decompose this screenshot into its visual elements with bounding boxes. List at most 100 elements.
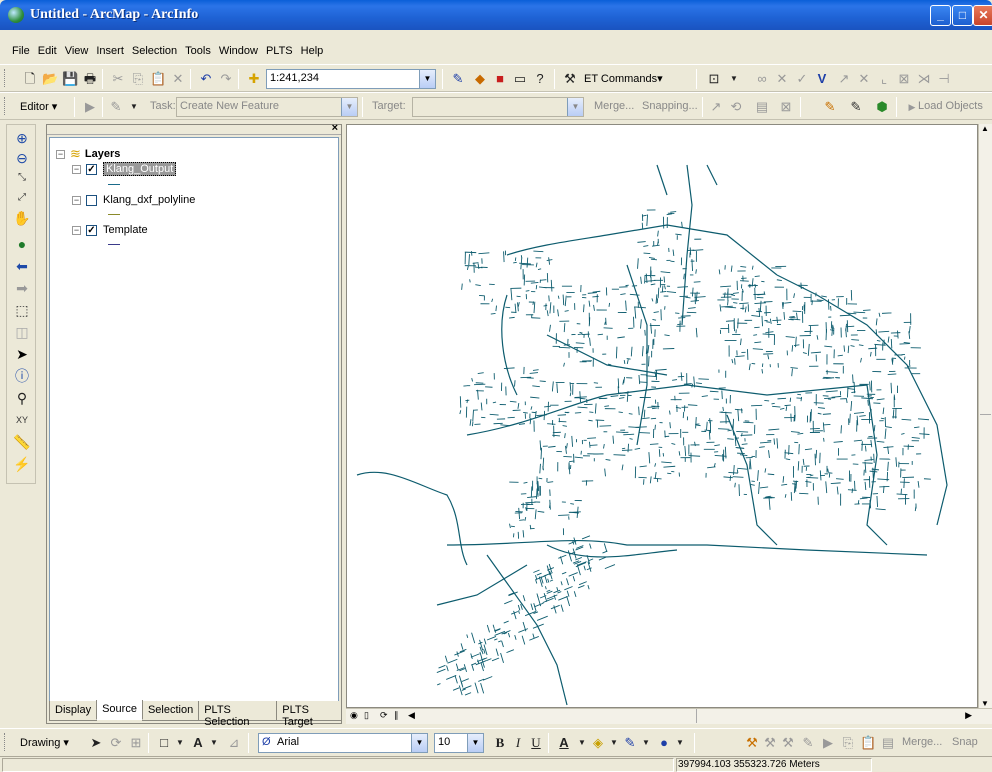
print-icon[interactable]: 🖶 — [82, 71, 98, 87]
text-icon[interactable]: A — [190, 735, 206, 751]
layer-name[interactable]: Klang_Output — [103, 162, 177, 176]
data-view-icon[interactable]: ◉ — [350, 710, 358, 721]
layer-node-klang-dxf-polyline[interactable]: − Klang_dxf_polyline — [72, 194, 195, 206]
chevron-down-icon[interactable]: ▼ — [341, 98, 357, 116]
font-color-icon[interactable]: A — [556, 735, 572, 751]
road-network-map[interactable] — [347, 125, 978, 708]
layer-symbol[interactable] — [108, 184, 120, 185]
trim-icon[interactable]: ⊣ — [936, 71, 952, 87]
et-commands-menu[interactable]: ET Commands▾ — [584, 72, 663, 85]
chevron-down-icon[interactable]: ▼ — [567, 98, 583, 116]
chevron-down-icon[interactable]: ▼ — [172, 735, 188, 751]
map-display[interactable] — [346, 124, 978, 708]
cut-icon[interactable]: ✂ — [110, 71, 126, 87]
chevron-down-icon[interactable]: ▼ — [606, 735, 622, 751]
drawing-menu[interactable]: Drawing ▾ — [20, 736, 69, 749]
target-combo[interactable]: ▼ — [412, 97, 584, 117]
corner-icon[interactable]: ⌞ — [876, 71, 892, 87]
attributes-icon[interactable]: ▤ — [754, 99, 770, 115]
arccatalog-icon[interactable]: ◆ — [472, 71, 488, 87]
fixed-zoom-in-icon[interactable]: ⤡ — [13, 169, 31, 187]
midpoint-icon[interactable]: ✓ — [794, 71, 810, 87]
chevron-down-icon[interactable]: ▼ — [672, 735, 688, 751]
layers-root-node[interactable]: − ≋ Layers — [56, 146, 120, 162]
go-to-xy-icon[interactable]: XY — [13, 411, 31, 429]
delete-icon[interactable]: ✕ — [170, 71, 186, 87]
snapping-button[interactable]: Snapping... — [642, 100, 698, 112]
menu-window[interactable]: Window — [215, 42, 262, 62]
bold-icon[interactable]: B — [492, 735, 508, 751]
editor-toolbar-icon[interactable]: ✎ — [450, 71, 466, 87]
layer-visibility-checkbox[interactable] — [86, 194, 97, 206]
chevron-down-icon[interactable]: ▼ — [726, 71, 742, 87]
menu-plts[interactable]: PLTS — [262, 42, 297, 62]
open-folder-icon[interactable]: 📂 — [42, 71, 58, 87]
scroll-right-icon[interactable]: ▶ — [965, 710, 972, 721]
merge-button[interactable]: Merge... — [902, 736, 942, 748]
chevron-down-icon[interactable]: ▼ — [638, 735, 654, 751]
redo-icon[interactable]: ↷ — [218, 71, 234, 87]
pause-icon[interactable]: ∥ — [394, 710, 399, 721]
layer-name[interactable]: Klang_dxf_polyline — [103, 194, 195, 206]
collapse-icon[interactable]: − — [72, 225, 81, 235]
pan-hand-icon[interactable]: ✋ — [13, 209, 31, 227]
layer-symbol[interactable] — [108, 214, 120, 215]
collapse-icon[interactable]: − — [72, 195, 81, 205]
horizontal-scrollbar[interactable]: ◉ ▯ ⟳ ∥ ◀ ▶ — [346, 708, 992, 724]
topology-tool-icon[interactable]: ⚒ — [744, 735, 760, 751]
font-combo[interactable]: Ø Arial ▼ — [258, 733, 428, 753]
layer-visibility-checkbox[interactable]: ✓ — [86, 224, 97, 236]
edit-sketch-icon[interactable]: ✎ — [800, 735, 816, 751]
tab-selection[interactable]: Selection — [141, 701, 200, 721]
vertical-scrollbar[interactable]: ▲ ▼ — [978, 124, 992, 708]
zoom-whole-page-icon[interactable]: ⊞ — [128, 735, 144, 751]
paste-icon[interactable]: 📋 — [860, 735, 876, 751]
validate-icon[interactable]: ⬢ — [874, 99, 890, 115]
line-color-icon[interactable]: ✎ — [622, 735, 638, 751]
rotate-icon[interactable]: ⟳ — [108, 735, 124, 751]
scroll-up-icon[interactable]: ▲ — [981, 124, 989, 133]
tab-plts-target[interactable]: PLTS Target — [276, 701, 342, 728]
menu-help[interactable]: Help — [297, 42, 328, 62]
scroll-down-icon[interactable]: ▼ — [981, 699, 989, 708]
collapse-icon[interactable]: − — [72, 164, 81, 174]
select-elements-arrow-icon[interactable]: ➤ — [88, 735, 104, 751]
editor-menu[interactable]: Editor ▾ — [20, 100, 57, 113]
toolbar-grip[interactable] — [4, 733, 7, 751]
layer-node-klang-output[interactable]: − ✓ Klang_Output — [72, 162, 177, 176]
zoom-in-icon[interactable]: ⊕ — [13, 129, 31, 147]
paste-icon[interactable]: 📋 — [150, 71, 166, 87]
tab-plts-selection[interactable]: PLTS Selection — [198, 701, 278, 728]
arctoolbox-icon[interactable]: ■ — [492, 71, 508, 87]
chevron-down-icon[interactable]: ▼ — [126, 99, 142, 115]
toolbar-grip[interactable] — [4, 97, 7, 115]
scroll-thumb[interactable] — [980, 414, 991, 418]
extend-icon[interactable]: ⋊ — [916, 71, 932, 87]
maximize-button[interactable]: □ — [952, 5, 973, 26]
rectangle-icon[interactable]: □ — [156, 735, 172, 751]
sketch-icon[interactable]: ↗ — [708, 99, 724, 115]
toc-title-bar[interactable]: × — [47, 122, 341, 135]
forward-arrow-icon[interactable]: ➡ — [13, 279, 31, 297]
layout-view-icon[interactable]: ▯ — [364, 710, 369, 721]
snap-button[interactable]: Snap — [952, 736, 978, 748]
add-data-icon[interactable]: ✚ — [246, 71, 262, 87]
menu-edit[interactable]: Edit — [34, 42, 61, 62]
find-binoculars-icon[interactable]: ⚲ — [13, 389, 31, 407]
menu-tools[interactable]: Tools — [181, 42, 215, 62]
minimize-button[interactable]: _ — [930, 5, 951, 26]
layer-node-template[interactable]: − ✓ Template — [72, 224, 148, 236]
layer-symbol[interactable] — [108, 244, 120, 245]
clear-icon[interactable]: ⊠ — [896, 71, 912, 87]
rotate-icon[interactable]: ⟲ — [728, 99, 744, 115]
chevron-down-icon[interactable]: ▼ — [419, 70, 435, 88]
tab-source[interactable]: Source — [96, 700, 143, 720]
fixed-zoom-out-icon[interactable]: ⤢ — [13, 189, 31, 207]
new-document-icon[interactable]: 🗋 — [22, 71, 38, 87]
show-shared-features-icon[interactable]: ⚒ — [780, 735, 796, 751]
identify-icon[interactable]: ⓘ — [13, 367, 31, 385]
map-topology-icon[interactable]: ⚒ — [762, 735, 778, 751]
play-icon[interactable]: ▶ — [820, 735, 836, 751]
menu-insert[interactable]: Insert — [92, 42, 128, 62]
menu-selection[interactable]: Selection — [128, 42, 181, 62]
